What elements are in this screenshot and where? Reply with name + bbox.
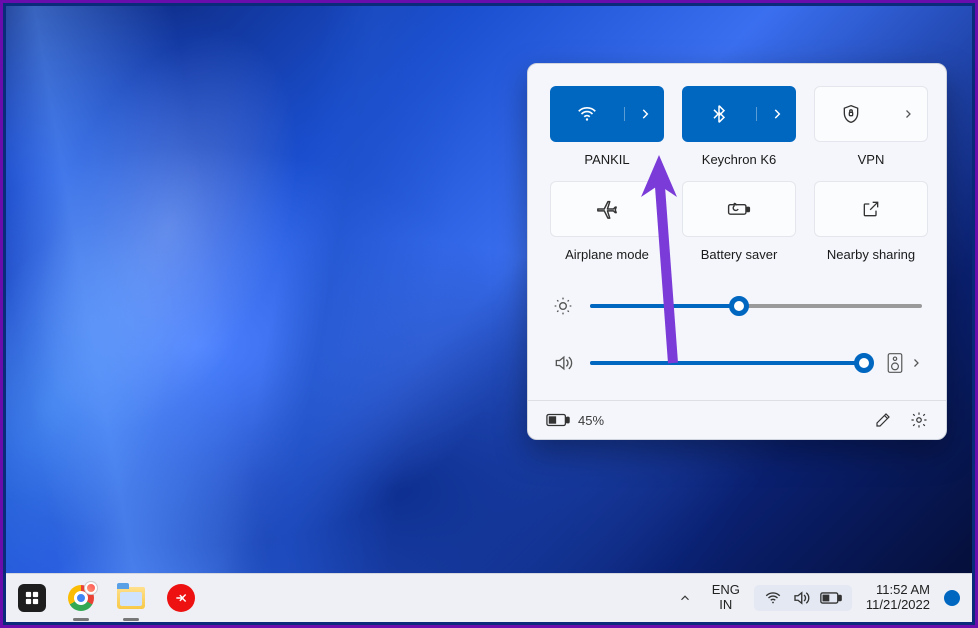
bluetooth-label: Keychron K6	[702, 152, 776, 167]
airplane-icon	[596, 198, 618, 220]
wifi-tile[interactable]	[550, 86, 664, 142]
notifications-button[interactable]	[944, 590, 960, 606]
file-explorer-icon	[117, 587, 145, 609]
vpn-tile[interactable]	[814, 86, 928, 142]
battery-status[interactable]: 45%	[546, 413, 604, 428]
quick-settings-tiles: PANKIL Keychron K6	[550, 86, 924, 262]
wifi-label: PANKIL	[584, 152, 629, 167]
battery-saver-tile[interactable]	[682, 181, 796, 237]
language-line2: IN	[712, 598, 740, 613]
clock-button[interactable]: 11:52 AM 11/21/2022	[866, 583, 930, 613]
battery-tray-icon	[820, 592, 842, 604]
battery-saver-label: Battery saver	[701, 247, 778, 262]
volume-slider[interactable]	[590, 361, 870, 365]
volume-slider-row	[552, 352, 922, 374]
file-explorer-taskbar-button[interactable]	[116, 583, 146, 613]
share-icon	[861, 199, 881, 219]
audio-output-icon[interactable]	[886, 352, 904, 374]
chevron-right-icon	[902, 108, 914, 120]
battery-icon	[546, 413, 570, 427]
bluetooth-icon	[709, 104, 729, 124]
language-line1: ENG	[712, 583, 740, 598]
tray-overflow-button[interactable]	[672, 587, 698, 609]
chrome-taskbar-button[interactable]	[66, 583, 96, 613]
airplane-mode-tile[interactable]	[550, 181, 664, 237]
chevron-right-icon[interactable]	[910, 357, 922, 369]
settings-icon[interactable]	[910, 411, 928, 429]
wifi-tray-icon	[764, 589, 782, 607]
vpn-toggle[interactable]	[815, 104, 887, 124]
chevron-right-icon	[770, 107, 784, 121]
nearby-sharing-label: Nearby sharing	[827, 247, 915, 262]
volume-icon	[552, 353, 574, 373]
quick-settings-panel: PANKIL Keychron K6	[527, 63, 947, 440]
taskbar: ENG IN 11:52 AM 11/21/2022	[6, 573, 972, 622]
chevron-up-icon	[678, 591, 692, 605]
vpn-expand-button[interactable]	[887, 108, 927, 120]
brightness-slider-row	[552, 296, 922, 316]
wifi-icon	[576, 103, 598, 125]
bluetooth-expand-button[interactable]	[756, 107, 796, 121]
brightness-slider[interactable]	[590, 304, 922, 308]
airplane-mode-label: Airplane mode	[565, 247, 649, 262]
nearby-sharing-tile[interactable]	[814, 181, 928, 237]
chevron-right-icon	[638, 107, 652, 121]
app-taskbar-button[interactable]	[166, 583, 196, 613]
battery-saver-icon	[726, 199, 752, 219]
language-indicator[interactable]: ENG IN	[712, 583, 740, 613]
battery-percent-label: 45%	[578, 413, 604, 428]
chrome-icon	[68, 585, 94, 611]
clock-date: 11/21/2022	[866, 598, 930, 613]
wifi-expand-button[interactable]	[624, 107, 664, 121]
volume-tray-icon	[792, 589, 810, 607]
wifi-toggle[interactable]	[550, 103, 624, 125]
quick-settings-footer: 45%	[528, 400, 946, 439]
bluetooth-toggle[interactable]	[682, 104, 756, 124]
shield-lock-icon	[841, 104, 861, 124]
vpn-label: VPN	[858, 152, 885, 167]
brightness-icon	[552, 296, 574, 316]
widgets-button[interactable]	[18, 584, 46, 612]
bluetooth-tile[interactable]	[682, 86, 796, 142]
system-tray-button[interactable]	[754, 585, 852, 611]
edit-icon[interactable]	[874, 411, 892, 429]
clock-time: 11:52 AM	[866, 583, 930, 598]
app-icon	[167, 584, 195, 612]
